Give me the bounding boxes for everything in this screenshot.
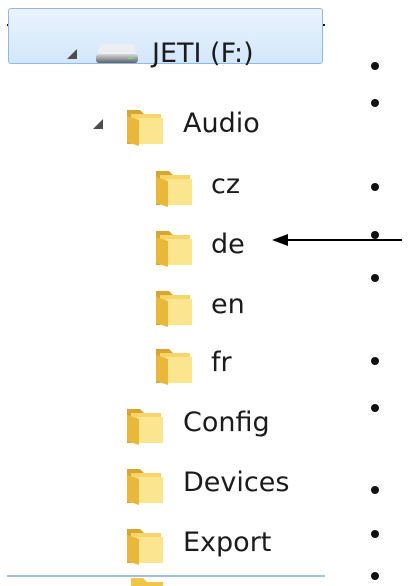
tree-item-label: fr (211, 347, 232, 378)
folder-icon (127, 529, 163, 565)
folder-icon (156, 171, 192, 207)
folder-icon (156, 349, 192, 385)
bullet-dot (371, 404, 379, 412)
tree-item-config[interactable]: Config (0, 395, 320, 453)
tree-item-audio[interactable]: Audio (0, 96, 320, 154)
bullet-dot (371, 572, 379, 580)
drive-icon (96, 44, 138, 63)
folder-icon (127, 469, 163, 505)
pointer-arrow-icon (272, 234, 402, 246)
tree-item-en[interactable]: en (0, 277, 320, 335)
bullet-dot (371, 62, 379, 70)
bullet-dot (371, 357, 379, 365)
tree-item-label: Audio (183, 108, 260, 139)
bullet-dot (371, 530, 379, 538)
tree-item-label: Export (183, 527, 272, 558)
tree-item-cz[interactable]: cz (0, 157, 320, 215)
expand-arrow-icon[interactable] (64, 48, 78, 60)
tree-item-devices[interactable]: Devices (0, 455, 320, 513)
next-row-highlight-edge (7, 575, 325, 577)
tree-item-label: cz (211, 169, 241, 200)
bullet-dot (371, 486, 379, 494)
tree-item-label: en (211, 289, 245, 320)
folder-icon (127, 110, 163, 146)
folder-icon (156, 291, 192, 327)
expand-arrow-icon[interactable] (90, 118, 104, 130)
bullet-dot (371, 99, 379, 107)
tree-item-label: Config (183, 407, 270, 438)
bullet-dot (371, 274, 379, 282)
tree-item-fr[interactable]: fr (0, 335, 320, 393)
tree-item-drive[interactable]: JETI (F:) (0, 26, 320, 84)
tree-item-label: JETI (F:) (152, 38, 254, 69)
folder-icon (156, 231, 192, 267)
tree-item-label: de (211, 229, 245, 260)
tree-item-label: Devices (183, 467, 290, 498)
bullet-dot (371, 183, 379, 191)
tree-item-export[interactable]: Export (0, 515, 320, 573)
bullet-dot (371, 231, 379, 239)
folder-icon (127, 409, 163, 445)
